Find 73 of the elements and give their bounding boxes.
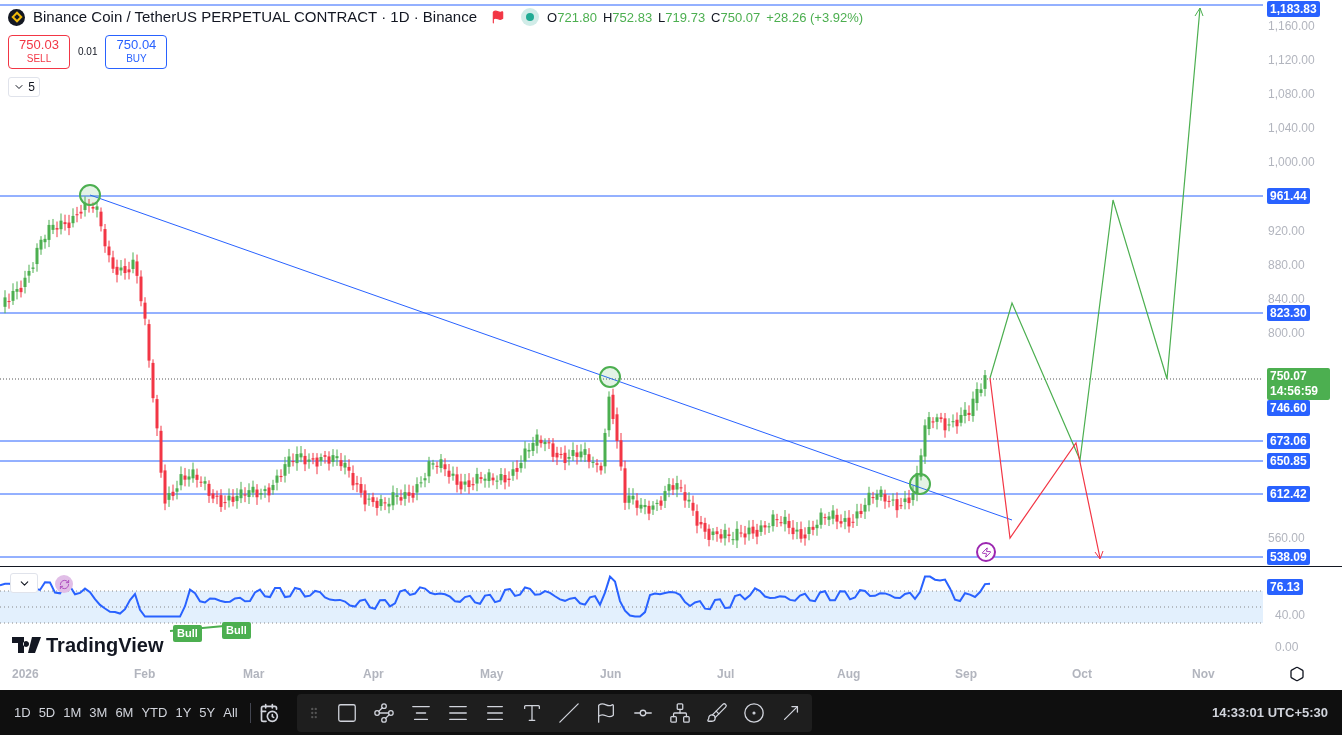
spread-value: 0.01 (78, 45, 98, 59)
brush-icon[interactable] (705, 701, 728, 724)
range-button[interactable]: 5D (34, 698, 60, 727)
sync-icon[interactable] (55, 575, 73, 593)
range-button[interactable]: 5Y (195, 698, 220, 727)
rsi-value-tag: 76.13 (1267, 579, 1304, 595)
price-tick: 1,080.00 (1268, 86, 1315, 103)
time-tick: Aug (837, 666, 861, 683)
time-tick: Oct (1072, 666, 1092, 683)
price-level-tag: 746.60 (1267, 400, 1310, 416)
current-price: 750.07 (1270, 369, 1308, 384)
settings-icon[interactable] (1288, 665, 1305, 682)
price-tick: 1,120.00 (1268, 52, 1315, 69)
logo-icon (12, 637, 42, 653)
rsi-tick: 40.00 (1275, 607, 1306, 624)
price-tick: 920.00 (1268, 223, 1305, 240)
time-tick: Feb (134, 666, 156, 683)
countdown: 14:56:59 (1270, 384, 1320, 399)
time-tick: Sep (955, 666, 977, 683)
circle-marker (79, 184, 101, 206)
range-button[interactable]: All (219, 698, 242, 727)
price-level-tag: 961.44 (1267, 188, 1310, 204)
coin-logo-icon (8, 8, 25, 26)
clock: 14:33:01 UTC+5:30 (1212, 703, 1328, 722)
zigzag-icon[interactable] (372, 701, 395, 724)
range-button[interactable]: 1Y (171, 698, 196, 727)
time-tick: Mar (243, 666, 265, 683)
symbol-title[interactable]: Binance Coin / TetherUS PERPETUAL CONTRACT · 1D · Binance (33, 6, 478, 29)
ohlc-value: L719.73 (658, 8, 706, 27)
price-level-tag: 823.30 (1267, 305, 1310, 321)
price-tick: 880.00 (1268, 257, 1305, 274)
time-tick: 2026 (12, 666, 39, 683)
time-tick: May (480, 666, 504, 683)
bull-signal-label: Bull (173, 625, 202, 642)
price-level-tag: 538.09 (1267, 549, 1310, 565)
line-icon[interactable] (557, 701, 580, 724)
time-tick: Jul (717, 666, 735, 683)
price-level-tag: 650.85 (1267, 453, 1310, 469)
sell-button[interactable]: 750.03 SELL (8, 34, 70, 69)
price-level-tag: 1,183.83 (1267, 1, 1320, 17)
indicators-toggle[interactable]: 5 (8, 76, 40, 97)
logo-text: TradingView (46, 633, 164, 658)
date-range-icon[interactable] (258, 702, 279, 723)
time-tick: Apr (363, 666, 384, 683)
range-button[interactable]: 3M (85, 698, 112, 727)
ohlc-value: O721.80 (547, 8, 597, 27)
price-tick: 1,000.00 (1268, 154, 1315, 171)
range-button[interactable]: 1M (59, 698, 86, 727)
collapse-button[interactable] (10, 573, 38, 593)
price-tick: 1,040.00 (1268, 120, 1315, 137)
range-button[interactable]: 6M (111, 698, 138, 727)
price-tick: 800.00 (1268, 325, 1305, 342)
rectangle-icon[interactable] (335, 701, 358, 724)
buy-button[interactable]: 750.04 BUY (105, 34, 168, 69)
circle-icon[interactable] (742, 701, 765, 724)
network-icon[interactable] (668, 701, 691, 724)
bull-signal-label: Bull (222, 622, 251, 639)
range-button[interactable]: 1D (10, 698, 35, 727)
price-tick: 1,160.00 (1268, 18, 1315, 35)
price-change: +28.26 (+3.92%) (766, 8, 864, 27)
ohlc-value: C750.07 (711, 8, 761, 27)
price-level-tag: 673.06 (1267, 433, 1310, 449)
lightning-icon[interactable] (976, 542, 996, 562)
circle-marker (599, 366, 621, 388)
time-tick: Nov (1192, 666, 1215, 683)
price-tick: 560.00 (1268, 530, 1305, 547)
price-level-tag: 612.42 (1267, 486, 1310, 502)
time-tick: Jun (600, 666, 622, 683)
ohlc-value: H752.83 (602, 8, 653, 27)
price-tick: 840.00 (1268, 291, 1305, 308)
range-button[interactable]: YTD (137, 698, 172, 727)
circle-marker (909, 473, 931, 495)
rsi-tick: 0.00 (1275, 639, 1299, 656)
